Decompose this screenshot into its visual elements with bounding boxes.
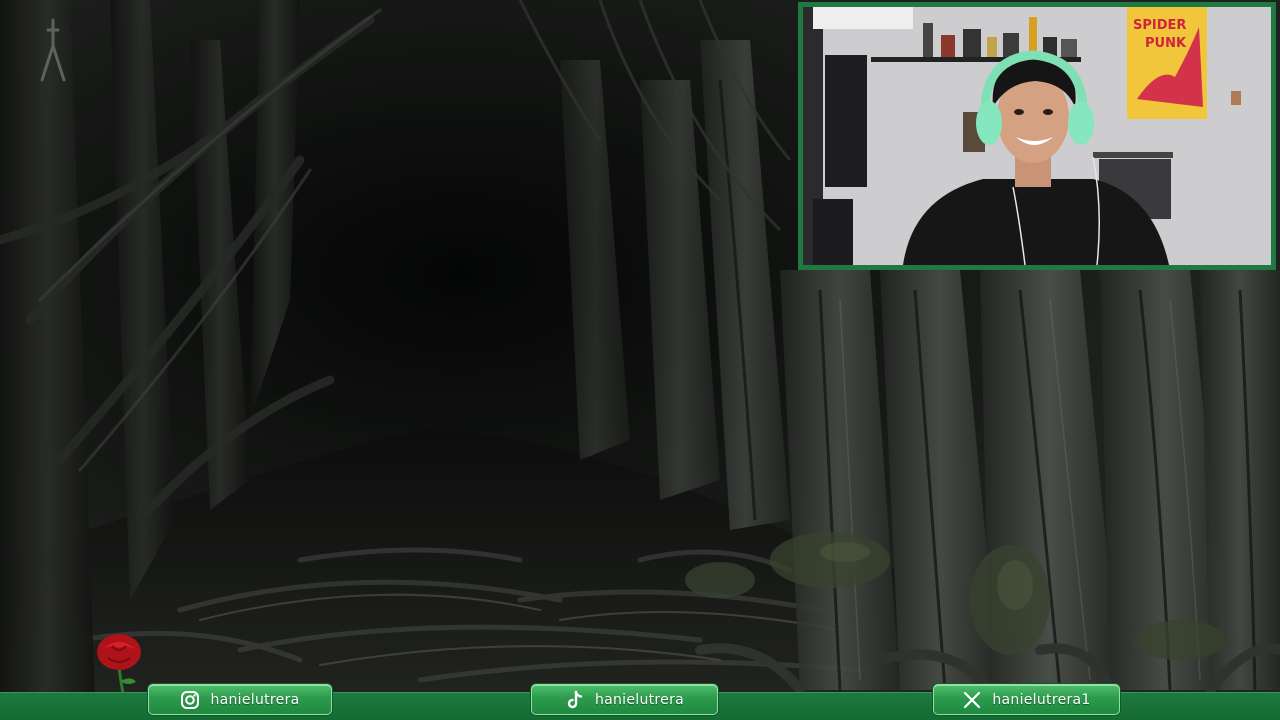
webcam-overlay: SPIDER PUNK <box>798 2 1276 270</box>
tool-icon <box>36 16 70 84</box>
instagram-link[interactable]: hanielutrera <box>148 684 332 715</box>
tiktok-link[interactable]: hanielutrera <box>531 684 718 715</box>
instagram-icon <box>180 690 200 710</box>
x-link[interactable]: hanielutrera1 <box>933 684 1120 715</box>
x-icon <box>962 690 982 710</box>
rose-decoration <box>92 632 146 695</box>
poster-text-2: PUNK <box>1145 36 1187 51</box>
x-handle: hanielutrera1 <box>992 691 1091 708</box>
tiktok-icon <box>565 690 585 710</box>
tiktok-handle: hanielutrera <box>594 691 685 708</box>
poster-text-1: SPIDER <box>1133 18 1186 33</box>
instagram-handle: hanielutrera <box>210 691 300 708</box>
stream-layout: SPIDER PUNK hanielutrera hanielutrera ha… <box>0 0 1280 720</box>
